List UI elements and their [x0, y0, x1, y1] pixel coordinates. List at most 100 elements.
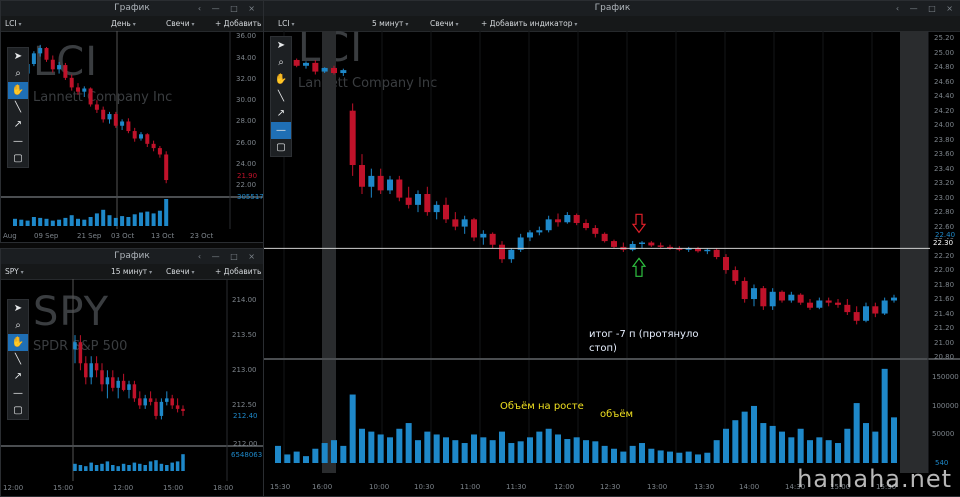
volume-bar	[779, 431, 785, 463]
volume-bar	[138, 463, 142, 471]
volume-bar	[583, 440, 589, 463]
volume-bar	[592, 441, 599, 463]
volume-bar	[639, 443, 645, 463]
volume-bar	[331, 440, 337, 463]
time-axis-label: 16:00	[312, 483, 333, 491]
candle	[424, 194, 431, 213]
line-tool-icon[interactable]: ╲	[8, 351, 28, 368]
price-axis-label: 24.80	[934, 63, 955, 72]
volume-bar	[405, 423, 412, 463]
volume-bar	[159, 463, 164, 471]
zoom-tool-icon[interactable]: ⌕	[271, 54, 291, 71]
candle	[349, 110, 356, 166]
lt-candles	[13, 44, 169, 184]
candle	[377, 175, 384, 191]
time-axis-label: 03 Oct	[111, 232, 135, 240]
candle	[111, 377, 115, 388]
horizontal-line-tool-icon[interactable]: —	[271, 122, 291, 139]
price-axis-label: 22.00	[236, 181, 257, 190]
volume-bar	[94, 465, 99, 471]
candle	[433, 204, 440, 213]
volume-bar	[139, 212, 143, 226]
candle	[853, 312, 860, 321]
candle	[165, 398, 169, 402]
hand-tool-icon[interactable]: ✋	[8, 82, 28, 99]
horizontal-line-tool-icon[interactable]: —	[8, 133, 28, 150]
lb-candles	[73, 335, 185, 420]
arrow-tool-icon[interactable]: ↗	[8, 368, 28, 385]
lci-daily-chart[interactable]	[1, 1, 263, 242]
lci-5min-chart[interactable]	[264, 1, 960, 496]
spy-intraday-chart[interactable]	[1, 249, 263, 496]
price-axis-label: 22.00	[934, 266, 955, 275]
candle	[132, 384, 137, 399]
volume-bar	[89, 462, 93, 471]
candle	[151, 143, 156, 149]
volume-bar	[84, 466, 88, 471]
volume-bar	[113, 217, 118, 226]
volume-bar	[863, 423, 869, 463]
arrow-tool-icon[interactable]: ↗	[271, 105, 291, 122]
candle	[312, 62, 319, 72]
volume-bar	[387, 437, 393, 463]
candle	[508, 249, 515, 260]
price-axis-label: 212.50	[232, 401, 257, 410]
price-axis-label: 22.20	[934, 251, 955, 260]
hand-tool-icon[interactable]: ✋	[271, 71, 291, 88]
hline-price-tag: 22.30	[932, 239, 955, 247]
drawing-tools-panel: ➤ ⌕ ✋ ╲ ↗ — ▢	[270, 36, 292, 157]
time-axis-label: 10:30	[414, 483, 435, 491]
rectangle-tool-icon[interactable]: ▢	[8, 402, 28, 419]
volume-bar	[807, 440, 813, 463]
cursor-arrow-tool-icon[interactable]: ➤	[8, 300, 28, 317]
candle	[78, 342, 83, 364]
price-axis-label: 32.00	[236, 74, 257, 83]
annotation-volume: объём	[600, 409, 634, 420]
candle	[405, 197, 412, 205]
horizontal-line-tool-icon[interactable]: —	[8, 385, 28, 402]
hand-tool-icon[interactable]: ✋	[8, 334, 28, 351]
line-tool-icon[interactable]: ╲	[8, 99, 28, 116]
candle	[69, 77, 74, 88]
volume-bar	[170, 462, 174, 471]
candle	[38, 48, 43, 54]
candle	[120, 121, 125, 126]
time-axis-label: 15:00	[53, 484, 74, 492]
volume-axis-label: 100000	[932, 401, 959, 410]
candle	[132, 131, 137, 139]
volume-bar	[676, 452, 683, 463]
zoom-tool-icon[interactable]: ⌕	[8, 317, 28, 334]
candle	[331, 67, 337, 74]
candle	[157, 148, 162, 155]
cursor-arrow-tool-icon[interactable]: ➤	[8, 48, 28, 65]
cursor-arrow-tool-icon[interactable]: ➤	[271, 37, 291, 54]
candle	[88, 88, 93, 105]
candle	[704, 249, 711, 252]
zoom-tool-icon[interactable]: ⌕	[8, 65, 28, 82]
candle	[601, 233, 608, 242]
candle	[788, 294, 795, 301]
candle	[844, 304, 851, 313]
candle	[499, 244, 505, 260]
rectangle-tool-icon[interactable]: ▢	[8, 150, 28, 167]
volume-bar	[19, 219, 24, 226]
volume-bar	[629, 445, 636, 463]
volume-bar	[461, 443, 468, 463]
arrow-tool-icon[interactable]: ↗	[8, 116, 28, 133]
candle	[303, 62, 309, 66]
time-axis-label: 13 Oct	[151, 232, 175, 240]
volume-bar	[157, 210, 162, 226]
price-axis-label: 24.40	[934, 92, 955, 101]
left-top-chart-pane: График ‹ — □ × LCI День Свечи + Добавить…	[0, 0, 264, 243]
volume-bar	[78, 465, 83, 471]
price-axis-label: 34.00	[236, 53, 257, 62]
volume-bar	[797, 428, 804, 463]
last-volume-tag: 3055177	[237, 193, 264, 201]
line-tool-icon[interactable]: ╲	[271, 88, 291, 105]
candle	[44, 48, 49, 60]
rectangle-tool-icon[interactable]: ▢	[271, 139, 291, 156]
volume-bar	[63, 217, 68, 226]
candle	[536, 230, 543, 233]
volume-bar	[751, 405, 757, 463]
time-axis-label: 15:00	[163, 484, 184, 492]
